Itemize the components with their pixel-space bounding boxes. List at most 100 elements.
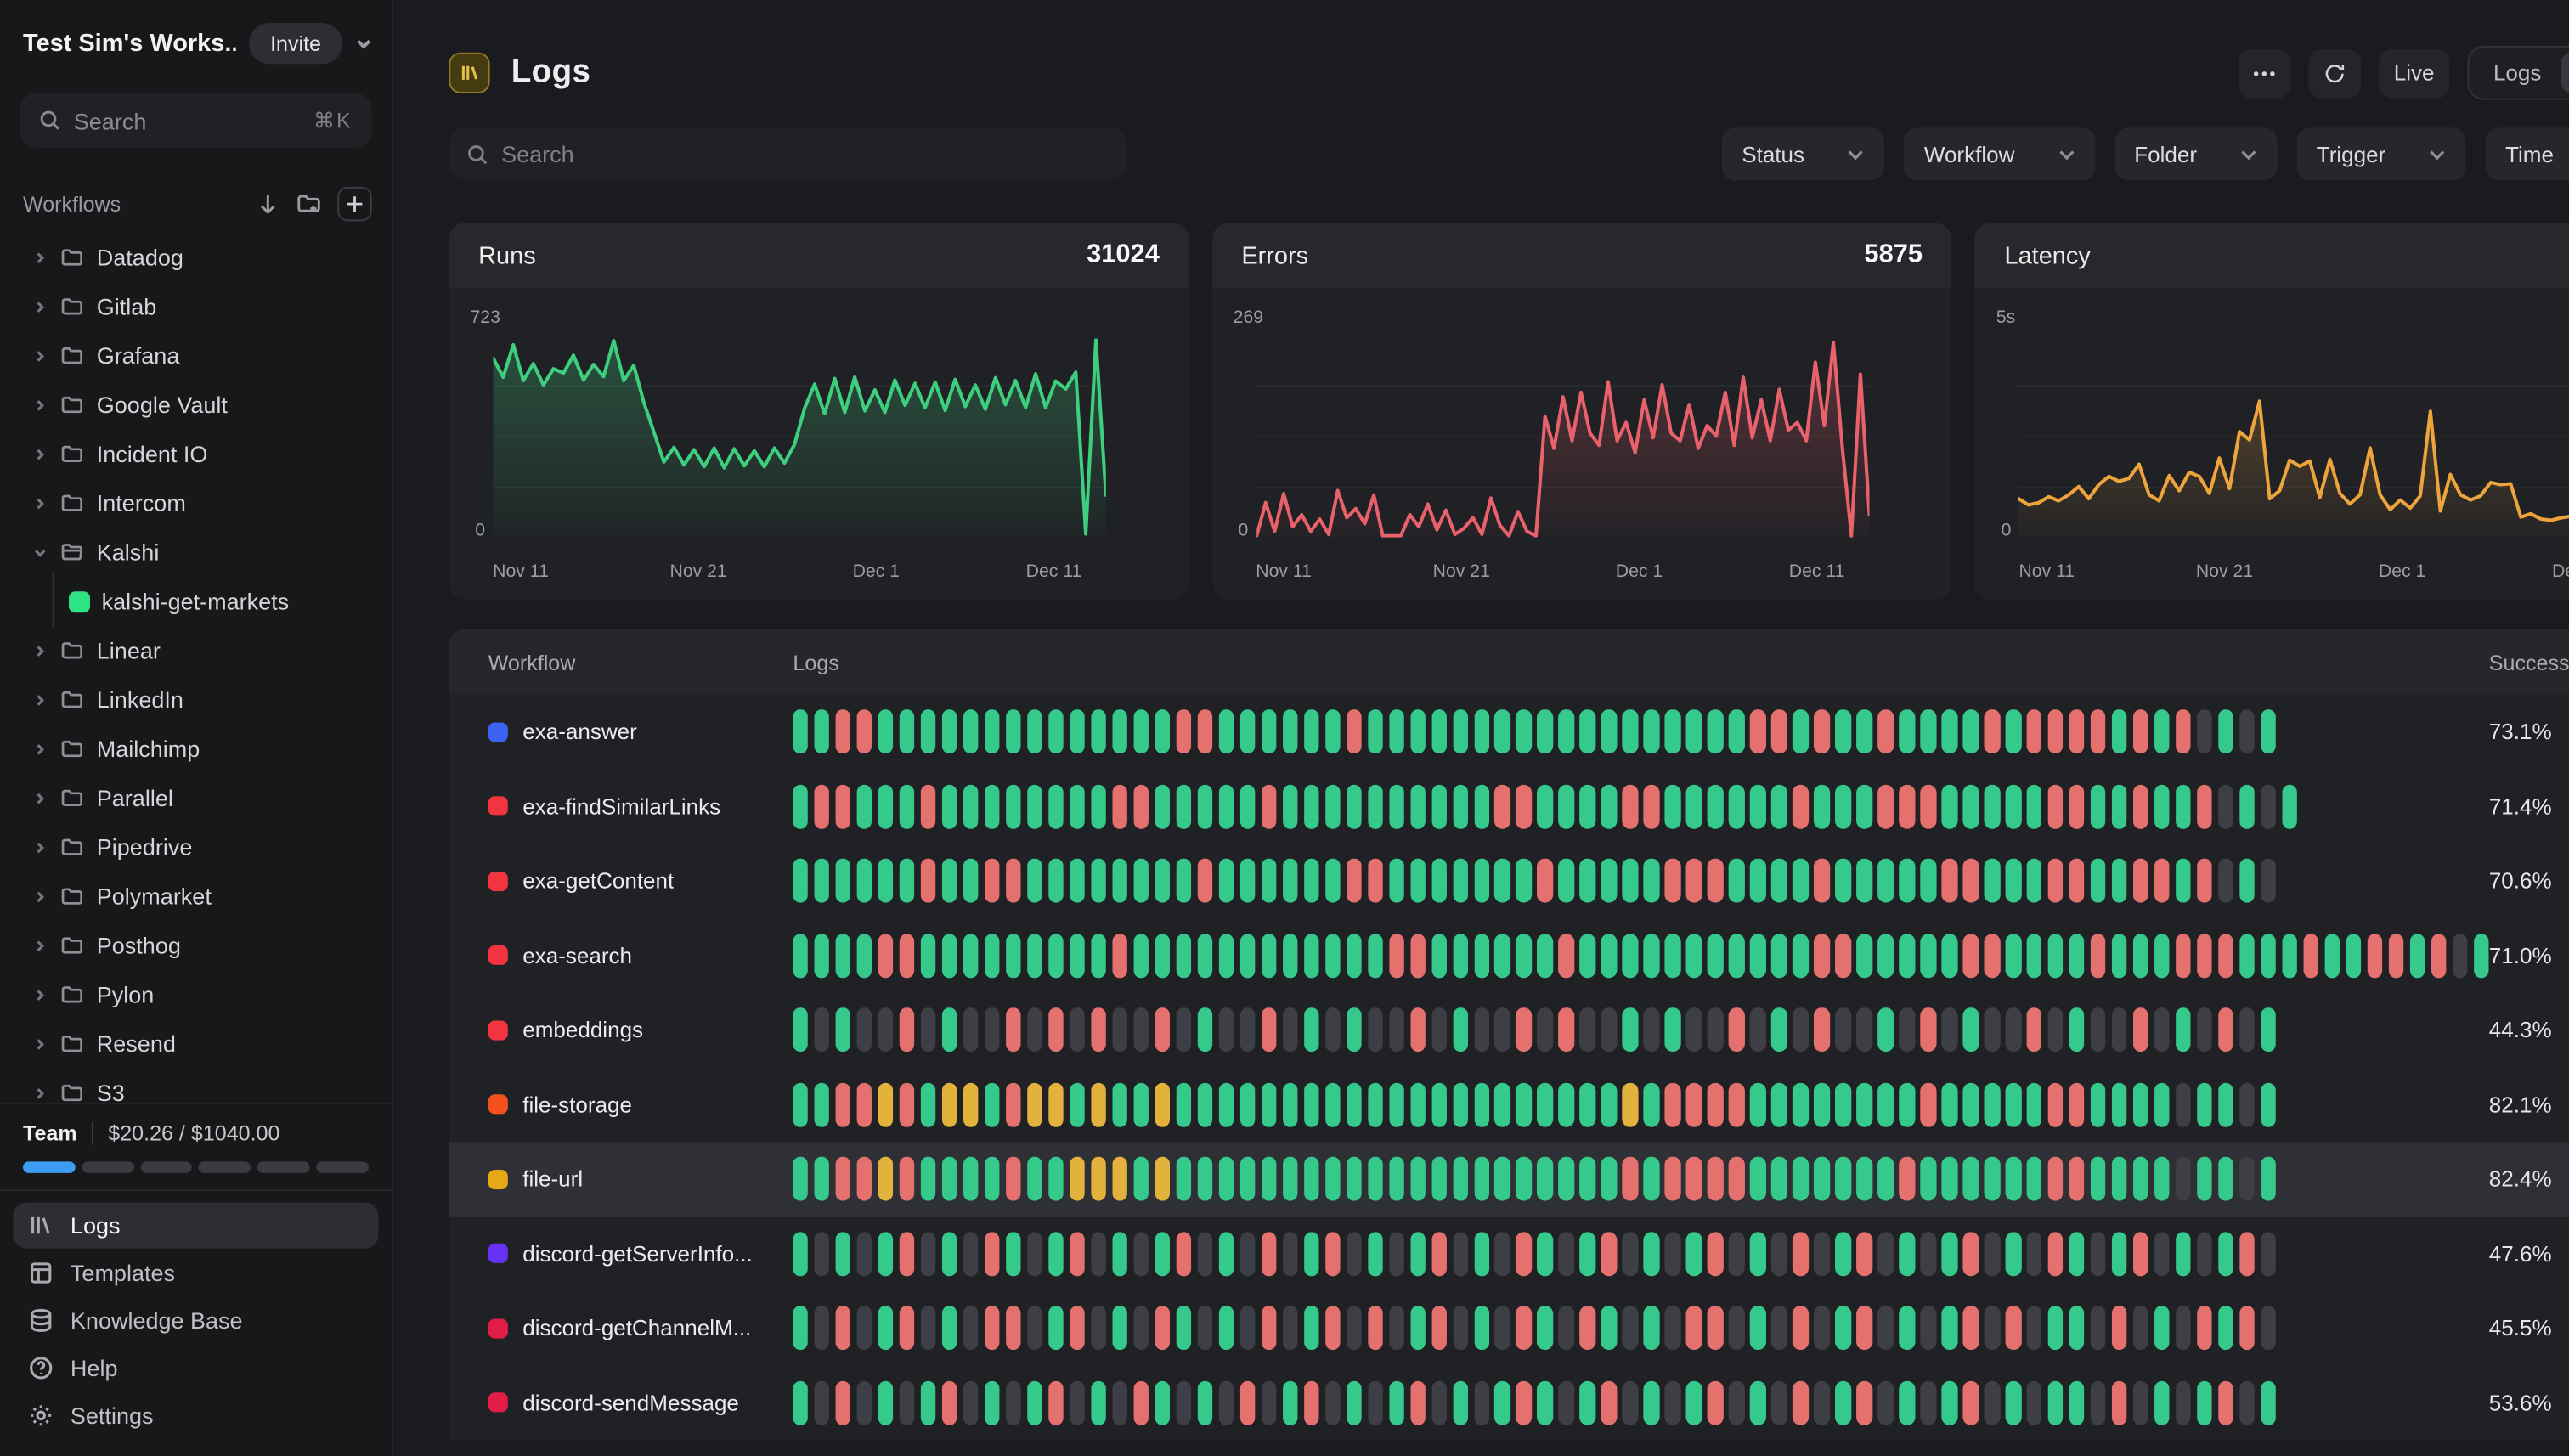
- log-status-bar[interactable]: [2112, 1380, 2127, 1425]
- log-status-bar[interactable]: [2282, 784, 2297, 828]
- log-status-bar[interactable]: [814, 859, 829, 903]
- log-status-bar[interactable]: [1431, 1082, 1447, 1126]
- log-status-bar[interactable]: [1474, 859, 1489, 903]
- log-status-bar[interactable]: [1814, 710, 1829, 754]
- log-status-bar[interactable]: [1601, 1157, 1617, 1201]
- log-status-bar[interactable]: [1985, 710, 2000, 754]
- tree-item-folder-Pylon[interactable]: Pylon: [13, 970, 378, 1019]
- log-status-bar[interactable]: [985, 784, 1000, 828]
- log-status-bar[interactable]: [878, 1306, 894, 1351]
- log-status-bar[interactable]: [836, 1008, 851, 1052]
- log-status-bar[interactable]: [2069, 934, 2085, 978]
- log-status-bar[interactable]: [900, 710, 915, 754]
- log-status-bar[interactable]: [2154, 1232, 2170, 1276]
- log-status-bar[interactable]: [2176, 710, 2191, 754]
- log-status-bar[interactable]: [1155, 1157, 1170, 1201]
- log-status-bar[interactable]: [921, 1008, 936, 1052]
- log-status-bar[interactable]: [1112, 859, 1127, 903]
- log-status-bar[interactable]: [1347, 1157, 1362, 1201]
- log-status-bar[interactable]: [1921, 710, 1936, 754]
- log-status-bar[interactable]: [1771, 710, 1787, 754]
- log-status-bar[interactable]: [814, 934, 829, 978]
- log-status-bar[interactable]: [1048, 1306, 1064, 1351]
- log-status-bar[interactable]: [1750, 1008, 1765, 1052]
- log-status-bar[interactable]: [1942, 934, 1957, 978]
- log-status-bar[interactable]: [2006, 1306, 2021, 1351]
- log-status-bar[interactable]: [836, 934, 851, 978]
- log-status-bar[interactable]: [1900, 859, 1915, 903]
- log-status-bar[interactable]: [814, 1008, 829, 1052]
- log-status-bar[interactable]: [1814, 1157, 1829, 1201]
- log-status-bar[interactable]: [1368, 784, 1383, 828]
- log-status-bar[interactable]: [1771, 934, 1787, 978]
- log-status-bar[interactable]: [1027, 1008, 1042, 1052]
- log-status-bar[interactable]: [1389, 1306, 1404, 1351]
- log-status-bar[interactable]: [1623, 934, 1638, 978]
- log-status-bar[interactable]: [1197, 859, 1212, 903]
- log-status-bar[interactable]: [1282, 1380, 1297, 1425]
- log-status-bar[interactable]: [2006, 1082, 2021, 1126]
- log-status-bar[interactable]: [1155, 1232, 1170, 1276]
- log-status-bar[interactable]: [1027, 1082, 1042, 1126]
- log-status-bar[interactable]: [1218, 1232, 1234, 1276]
- log-status-bar[interactable]: [1303, 1008, 1318, 1052]
- log-status-bar[interactable]: [1665, 1082, 1680, 1126]
- log-status-bar[interactable]: [1750, 859, 1765, 903]
- log-status-bar[interactable]: [1347, 859, 1362, 903]
- log-status-bar[interactable]: [1665, 784, 1680, 828]
- log-status-bar[interactable]: [2197, 784, 2212, 828]
- log-status-bar[interactable]: [963, 859, 979, 903]
- log-status-bar[interactable]: [1623, 710, 1638, 754]
- log-status-bar[interactable]: [1176, 784, 1191, 828]
- log-status-bar[interactable]: [1878, 1232, 1894, 1276]
- sidebar-item-templates[interactable]: Templates: [13, 1250, 378, 1295]
- log-status-bar[interactable]: [963, 1082, 979, 1126]
- log-status-bar[interactable]: [1303, 934, 1318, 978]
- log-status-bar[interactable]: [1495, 1157, 1510, 1201]
- log-status-bar[interactable]: [2239, 1232, 2255, 1276]
- log-status-bar[interactable]: [1623, 859, 1638, 903]
- log-status-bar[interactable]: [1538, 859, 1553, 903]
- tree-item-folder-S3[interactable]: S3: [13, 1068, 378, 1103]
- log-status-bar[interactable]: [921, 1082, 936, 1126]
- log-status-bar[interactable]: [942, 859, 957, 903]
- log-status-bar[interactable]: [1112, 710, 1127, 754]
- log-status-bar[interactable]: [1368, 1008, 1383, 1052]
- log-status-bar[interactable]: [1580, 1306, 1595, 1351]
- log-status-bar[interactable]: [814, 1232, 829, 1276]
- log-status-bar[interactable]: [985, 934, 1000, 978]
- log-status-bar[interactable]: [1750, 1306, 1765, 1351]
- log-status-bar[interactable]: [963, 1232, 979, 1276]
- log-status-bar[interactable]: [857, 710, 872, 754]
- log-status-bar[interactable]: [1921, 1157, 1936, 1201]
- log-status-bar[interactable]: [1665, 710, 1680, 754]
- sidebar-item-knowledge-base[interactable]: Knowledge Base: [13, 1297, 378, 1343]
- log-status-bar[interactable]: [814, 1380, 829, 1425]
- log-status-bar[interactable]: [1878, 859, 1894, 903]
- table-row-file-storage[interactable]: file-storage82.1%: [449, 1067, 2569, 1142]
- log-status-bar[interactable]: [1835, 710, 1850, 754]
- log-status-bar[interactable]: [1729, 859, 1744, 903]
- log-status-bar[interactable]: [1347, 784, 1362, 828]
- log-status-bar[interactable]: [1942, 1380, 1957, 1425]
- log-status-bar[interactable]: [1580, 1232, 1595, 1276]
- log-status-bar[interactable]: [1027, 1232, 1042, 1276]
- log-status-bar[interactable]: [2091, 859, 2106, 903]
- log-status-bar[interactable]: [857, 1232, 872, 1276]
- log-status-bar[interactable]: [1559, 1232, 1574, 1276]
- log-status-bar[interactable]: [1963, 784, 1979, 828]
- log-status-bar[interactable]: [1431, 1232, 1447, 1276]
- log-status-bar[interactable]: [2218, 784, 2233, 828]
- log-status-bar[interactable]: [1921, 784, 1936, 828]
- log-status-bar[interactable]: [963, 1306, 979, 1351]
- log-status-bar[interactable]: [1985, 784, 2000, 828]
- log-status-bar[interactable]: [2027, 1306, 2042, 1351]
- filter-time[interactable]: Time: [2486, 127, 2569, 180]
- log-status-bar[interactable]: [942, 1008, 957, 1052]
- log-status-bar[interactable]: [1942, 1008, 1957, 1052]
- log-status-bar[interactable]: [1261, 1082, 1276, 1126]
- log-status-bar[interactable]: [1580, 1157, 1595, 1201]
- log-status-bar[interactable]: [1708, 1232, 1723, 1276]
- log-status-bar[interactable]: [1601, 1232, 1617, 1276]
- log-status-bar[interactable]: [814, 710, 829, 754]
